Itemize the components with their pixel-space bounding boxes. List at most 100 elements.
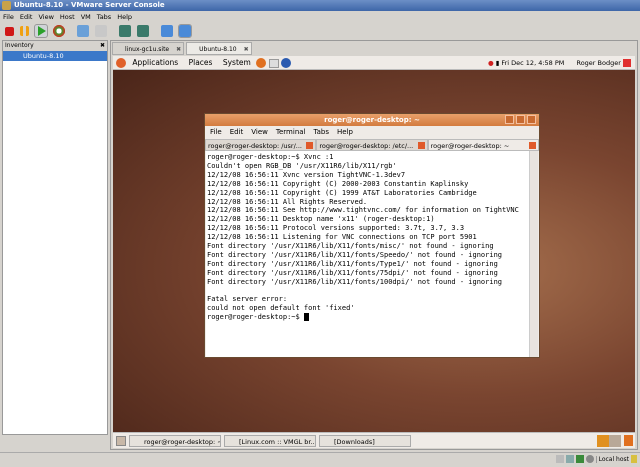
gnome-bottom-panel: roger@roger-desktop: ~ [Linux.com :: VMG… <box>113 432 635 448</box>
terminal-prompt-line: roger@roger-desktop:~$ <box>207 313 529 322</box>
mail-icon[interactable] <box>268 58 279 68</box>
maximize-icon[interactable] <box>516 115 525 124</box>
volume-icon[interactable]: ▮ <box>496 59 500 67</box>
terminal-line: Font directory '/usr/X11R6/lib/X11/fonts… <box>207 242 494 251</box>
summary-icon[interactable] <box>161 25 173 37</box>
terminal-line: 12/12/08 16:56:11 Listening for VNC conn… <box>207 233 477 242</box>
menu-view[interactable]: View <box>38 12 53 22</box>
menu-tabs[interactable]: Tabs <box>314 126 330 139</box>
terminal-line: Font directory '/usr/X11R6/lib/X11/fonts… <box>207 277 503 286</box>
vmware-icon <box>2 1 11 10</box>
network-icon[interactable] <box>565 455 574 463</box>
minimize-icon[interactable] <box>505 115 514 124</box>
terminal-tab-home[interactable]: roger@roger-desktop: ~ <box>427 139 539 151</box>
menu-vm[interactable]: VM <box>81 12 91 22</box>
clock[interactable]: Fri Dec 12, 4:58 PM <box>501 59 564 67</box>
taskbar-item-downloads[interactable]: [Downloads] <box>319 434 411 447</box>
task-label: [Downloads] <box>334 437 375 446</box>
terminal-line: 12/12/08 16:56:11 See http://www.tightvn… <box>207 206 519 215</box>
terminal-menu: File Edit View Terminal Tabs Help <box>205 126 539 139</box>
menu-applications[interactable]: Applications <box>132 58 178 67</box>
fullscreen-icon[interactable] <box>119 25 131 37</box>
inventory-item-label: Ubuntu-8.10 <box>23 52 64 60</box>
scrollbar[interactable] <box>529 151 538 357</box>
menu-file[interactable]: File <box>210 126 222 139</box>
play-icon[interactable] <box>34 24 48 38</box>
terminal-line: Font directory '/usr/X11R6/lib/X11/fonts… <box>207 259 498 268</box>
terminal-line: 12/12/08 16:56:11 Copyright (C) 1999 AT&… <box>207 188 477 197</box>
terminal-tab-etc[interactable]: roger@roger-desktop: /etc/... <box>316 139 428 151</box>
terminal-line: 12/12/08 16:56:11 Protocol versions supp… <box>207 224 465 233</box>
close-icon[interactable]: ✖ <box>244 43 249 56</box>
console-tabs: linux-gc1u.site ✖ Ubuntu-8.10 ✖ <box>112 42 252 55</box>
window-title: Ubuntu-8.10 - VMware Server Console <box>14 1 165 9</box>
terminal-line: Font directory '/usr/X11R6/lib/X11/fonts… <box>207 250 503 259</box>
menu-system[interactable]: System <box>223 58 251 67</box>
device-icon[interactable] <box>555 455 564 463</box>
taskbar-item-terminal[interactable]: roger@roger-desktop: ~ <box>129 434 221 447</box>
host-label: Local host <box>595 455 629 463</box>
terminal-line: roger@roger-desktop:~$ Xvnc :1 <box>207 153 334 161</box>
stop-icon[interactable] <box>5 26 14 36</box>
terminal-line: Fatal server error: <box>207 295 288 304</box>
menu-terminal[interactable]: Terminal <box>276 126 306 139</box>
terminal-line: 12/12/08 16:56:11 All Rights Reserved. <box>207 197 368 206</box>
pause-icon[interactable] <box>20 26 29 36</box>
close-icon[interactable] <box>527 115 536 124</box>
menu-help[interactable]: Help <box>117 12 132 22</box>
menu-edit[interactable]: Edit <box>230 126 244 139</box>
inventory-title: Inventory <box>5 42 34 49</box>
tab-linux-gc1u[interactable]: linux-gc1u.site ✖ <box>112 42 185 56</box>
tab-label: linux-gc1u.site <box>125 46 170 53</box>
tab-label: roger@roger-desktop: /usr/... <box>208 142 302 150</box>
terminal-tab-usr[interactable]: roger@roger-desktop: /usr/... <box>205 139 317 151</box>
reset-icon[interactable] <box>53 25 65 37</box>
terminal-output[interactable]: roger@roger-desktop:~$ Xvnc :1 Couldn't o… <box>206 151 530 357</box>
inventory-item-ubuntu[interactable]: Ubuntu-8.10 <box>3 51 107 61</box>
menu-edit[interactable]: Edit <box>20 12 33 22</box>
revert-icon[interactable] <box>95 25 107 37</box>
snapshot-icon[interactable] <box>77 25 89 37</box>
menu-view[interactable]: View <box>251 126 268 139</box>
taskbar-item-firefox[interactable]: [Linux.com :: VMGL br... <box>224 434 316 447</box>
toolbar <box>0 22 192 40</box>
trash-icon[interactable] <box>624 435 633 446</box>
terminal-title: roger@roger-desktop: ~ <box>324 116 420 124</box>
close-icon[interactable]: ✖ <box>176 43 181 56</box>
terminal-line: 12/12/08 16:56:11 Desktop name 'x11' (ro… <box>207 215 435 224</box>
terminal-window: roger@roger-desktop: ~ File Edit View Te… <box>204 113 540 358</box>
close-icon[interactable] <box>417 142 425 149</box>
help-icon[interactable] <box>281 58 291 68</box>
menu-file[interactable]: File <box>3 12 14 22</box>
menu-host[interactable]: Host <box>60 12 75 22</box>
tab-label: roger@roger-desktop: ~ <box>430 142 510 150</box>
usb-icon[interactable] <box>575 455 584 463</box>
status-bar: Local host <box>0 452 640 467</box>
menu-help[interactable]: Help <box>337 126 353 139</box>
user-name[interactable]: Roger Bodger <box>576 59 620 67</box>
quick-switch-icon[interactable] <box>137 25 149 37</box>
tab-label: roger@roger-desktop: /etc/... <box>319 142 414 150</box>
firefox-icon[interactable] <box>256 58 267 68</box>
terminal-line: Couldn't open RGB_DB '/usr/X11R6/lib/X11… <box>207 161 397 170</box>
menu-tabs[interactable]: Tabs <box>97 12 111 22</box>
tab-label: Ubuntu-8.10 <box>199 46 237 53</box>
tab-ubuntu[interactable]: Ubuntu-8.10 ✖ <box>186 42 252 55</box>
shutdown-icon[interactable] <box>623 59 631 67</box>
show-desktop-icon[interactable] <box>116 435 126 446</box>
console-icon[interactable] <box>178 24 192 38</box>
cdrom-icon[interactable] <box>585 455 594 463</box>
inventory-panel: Inventory ✖ Ubuntu-8.10 <box>2 40 108 435</box>
close-icon[interactable]: ✖ <box>100 41 105 51</box>
close-icon[interactable] <box>528 142 536 149</box>
network-icon[interactable]: ● <box>488 59 494 67</box>
window-title-bar: Ubuntu-8.10 - VMware Server Console <box>0 0 640 11</box>
menu-places[interactable]: Places <box>189 58 213 67</box>
workspace-switcher[interactable] <box>597 434 621 447</box>
terminal-tabs: roger@roger-desktop: /usr/... roger@roge… <box>205 139 539 151</box>
lock-icon <box>631 455 637 463</box>
close-icon[interactable] <box>306 142 314 149</box>
terminal-line: 12/12/08 16:56:11 Xvnc version TightVNC-… <box>207 170 406 179</box>
inventory-header: Inventory ✖ <box>3 41 107 51</box>
